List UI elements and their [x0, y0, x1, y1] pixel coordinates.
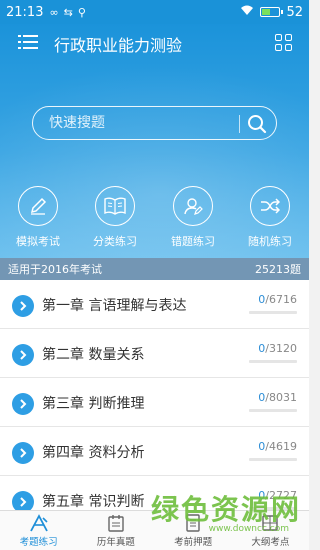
search-divider [239, 115, 240, 133]
search-input[interactable] [33, 115, 233, 131]
tab-outline[interactable]: 大纲考点 [232, 511, 309, 550]
chevron-right-icon [12, 295, 34, 317]
feature-label: 模拟考试 [16, 235, 60, 248]
chapter-title: 第一章 言语理解与表达 [42, 298, 187, 314]
tab-past-papers[interactable]: 历年真题 [77, 511, 154, 550]
shuffle-icon [250, 186, 290, 226]
feature-category-practice[interactable]: 分类练习 [85, 186, 145, 249]
chapter-title: 第四章 资料分析 [42, 445, 145, 461]
battery-percent: 52 [286, 4, 303, 20]
search-icon[interactable] [246, 113, 268, 135]
progress-bar [249, 311, 297, 314]
exam-year-label: 适用于2016年考试 [8, 263, 102, 276]
document-icon [155, 513, 232, 533]
user-edit-icon [173, 186, 213, 226]
chapter-progress-text: 0/2727 [258, 489, 297, 502]
list-item[interactable]: 第四章 资料分析 0/4619 [0, 427, 309, 476]
network-icon: ⚲ [77, 5, 86, 19]
tab-predictions[interactable]: 考前押题 [155, 511, 232, 550]
outline-icon [232, 513, 309, 533]
book-icon [95, 186, 135, 226]
feature-mock-exam[interactable]: 模拟考试 [8, 186, 68, 249]
feature-label: 错题练习 [171, 235, 215, 248]
question-count: 25213题 [255, 263, 301, 276]
progress-bar [249, 458, 297, 461]
progress-bar [249, 409, 297, 412]
chapter-list: 第一章 言语理解与表达 0/6716 第二章 数量关系 0/3120 第三章 判… [0, 280, 309, 510]
chevron-right-icon [12, 393, 34, 415]
feature-label: 随机练习 [248, 235, 292, 248]
chapter-progress-text: 0/6716 [258, 293, 297, 306]
search-box[interactable] [32, 106, 277, 140]
chevron-right-icon [12, 344, 34, 366]
tab-label: 考前押题 [174, 537, 213, 548]
feature-label: 分类练习 [93, 235, 137, 248]
tab-label: 考题练习 [19, 537, 58, 548]
chapter-title: 第三章 判断推理 [42, 396, 145, 412]
chevron-right-icon [12, 442, 34, 464]
practice-icon [0, 513, 77, 533]
bottom-tab-bar: 考题练习 历年真题 考前押题 大纲考点 [0, 510, 309, 550]
chapter-progress-text: 0/4619 [258, 440, 297, 453]
feature-wrong-practice[interactable]: 错题练习 [163, 186, 223, 249]
chapter-title: 第二章 数量关系 [42, 347, 145, 363]
wifi-icon [240, 5, 254, 19]
progress-bar [249, 360, 297, 363]
list-item[interactable]: 第一章 言语理解与表达 0/6716 [0, 280, 309, 329]
feature-random-practice[interactable]: 随机练习 [240, 186, 300, 249]
list-item[interactable]: 第三章 判断推理 0/8031 [0, 378, 309, 427]
grid-icon[interactable] [275, 34, 293, 52]
chevron-right-icon [12, 491, 34, 510]
app-header: 行政职业能力测验 [0, 24, 309, 62]
tab-label: 大纲考点 [251, 537, 290, 548]
tab-label: 历年真题 [96, 537, 135, 548]
tab-practice[interactable]: 考题练习 [0, 511, 77, 550]
calendar-icon [77, 513, 154, 533]
list-item[interactable]: 第五章 常识判断 0/2727 [0, 476, 309, 510]
pencil-icon [18, 186, 58, 226]
battery-icon [260, 7, 284, 17]
page-title: 行政职业能力测验 [54, 36, 183, 55]
menu-icon[interactable] [18, 34, 38, 52]
chapter-progress-text: 0/3120 [258, 342, 297, 355]
status-bar: 21:13 ∞ ⇆ ⚲ 52 [0, 0, 309, 24]
list-item[interactable]: 第二章 数量关系 0/3120 [0, 329, 309, 378]
usb-icon: ⇆ [63, 5, 73, 19]
chapter-title: 第五章 常识判断 [42, 494, 145, 510]
exam-info-bar: 适用于2016年考试 25213题 [0, 258, 309, 280]
status-time: 21:13 [6, 4, 44, 20]
chapter-progress-text: 0/8031 [258, 391, 297, 404]
infinity-icon: ∞ [49, 5, 59, 19]
